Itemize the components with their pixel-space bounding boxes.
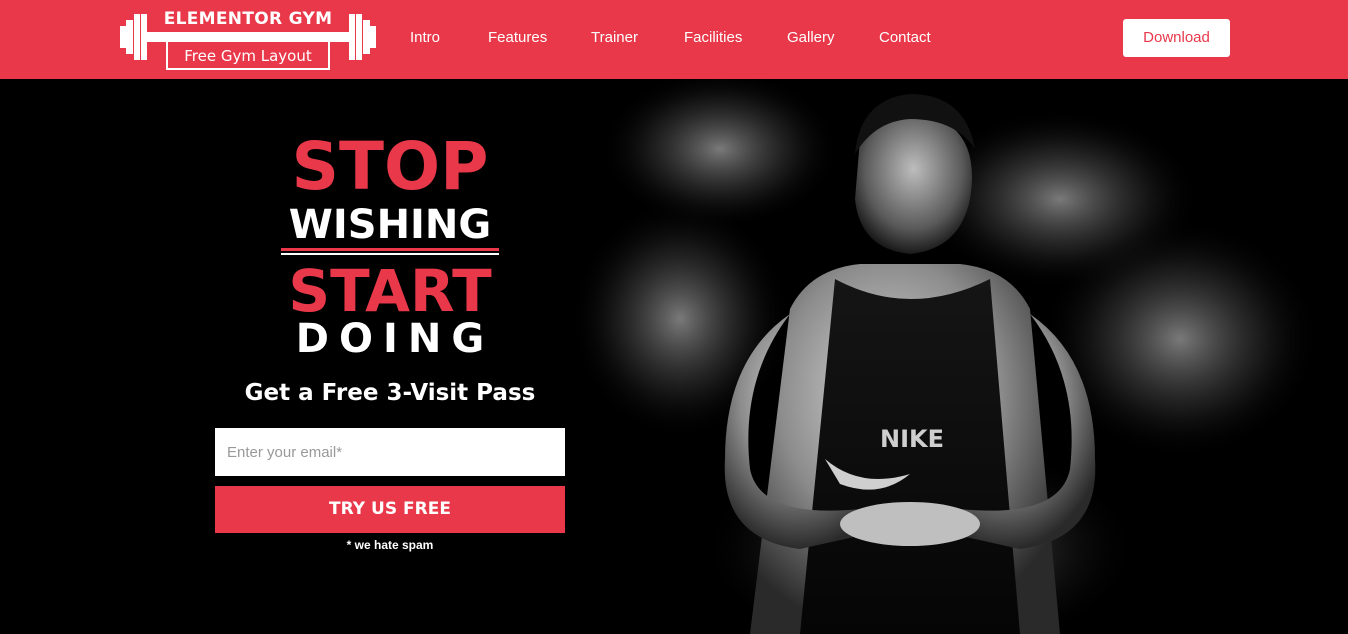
headline-wishing: WISHING: [288, 202, 492, 248]
headline-divider-red: [281, 248, 499, 251]
nav-facilities[interactable]: Facilities: [684, 29, 742, 46]
headline-divider-white: [281, 253, 499, 255]
headline-doing: DOING: [295, 316, 495, 362]
nav-gallery[interactable]: Gallery: [787, 29, 835, 46]
headline-start: START: [288, 257, 492, 325]
logo-subtitle: Free Gym Layout: [184, 47, 312, 65]
nav-contact[interactable]: Contact: [879, 29, 931, 46]
download-button[interactable]: Download: [1123, 19, 1230, 57]
nav-trainer[interactable]: Trainer: [591, 29, 638, 46]
email-input[interactable]: [215, 428, 565, 476]
logo-title: ELEMENTOR GYM: [163, 9, 333, 29]
athlete-photo: NIKE: [570, 79, 1320, 634]
spam-note: * we hate spam: [346, 538, 434, 552]
nav-features[interactable]: Features: [488, 29, 547, 46]
headline-stop: STOP: [291, 128, 489, 205]
site-logo[interactable]: ELEMENTOR GYM Free Gym Layout: [120, 8, 376, 70]
shirt-logo-text: NIKE: [880, 425, 944, 453]
offer-text: Get a Free 3-Visit Pass: [244, 380, 536, 406]
try-us-free-button[interactable]: TRY US FREE: [215, 486, 565, 533]
hero-section: NIKE STOP WISHING START DOING Get a Free…: [0, 79, 1348, 634]
nav-intro[interactable]: Intro: [410, 29, 440, 46]
site-header: ELEMENTOR GYM Free Gym Layout Intro Feat…: [0, 0, 1348, 79]
